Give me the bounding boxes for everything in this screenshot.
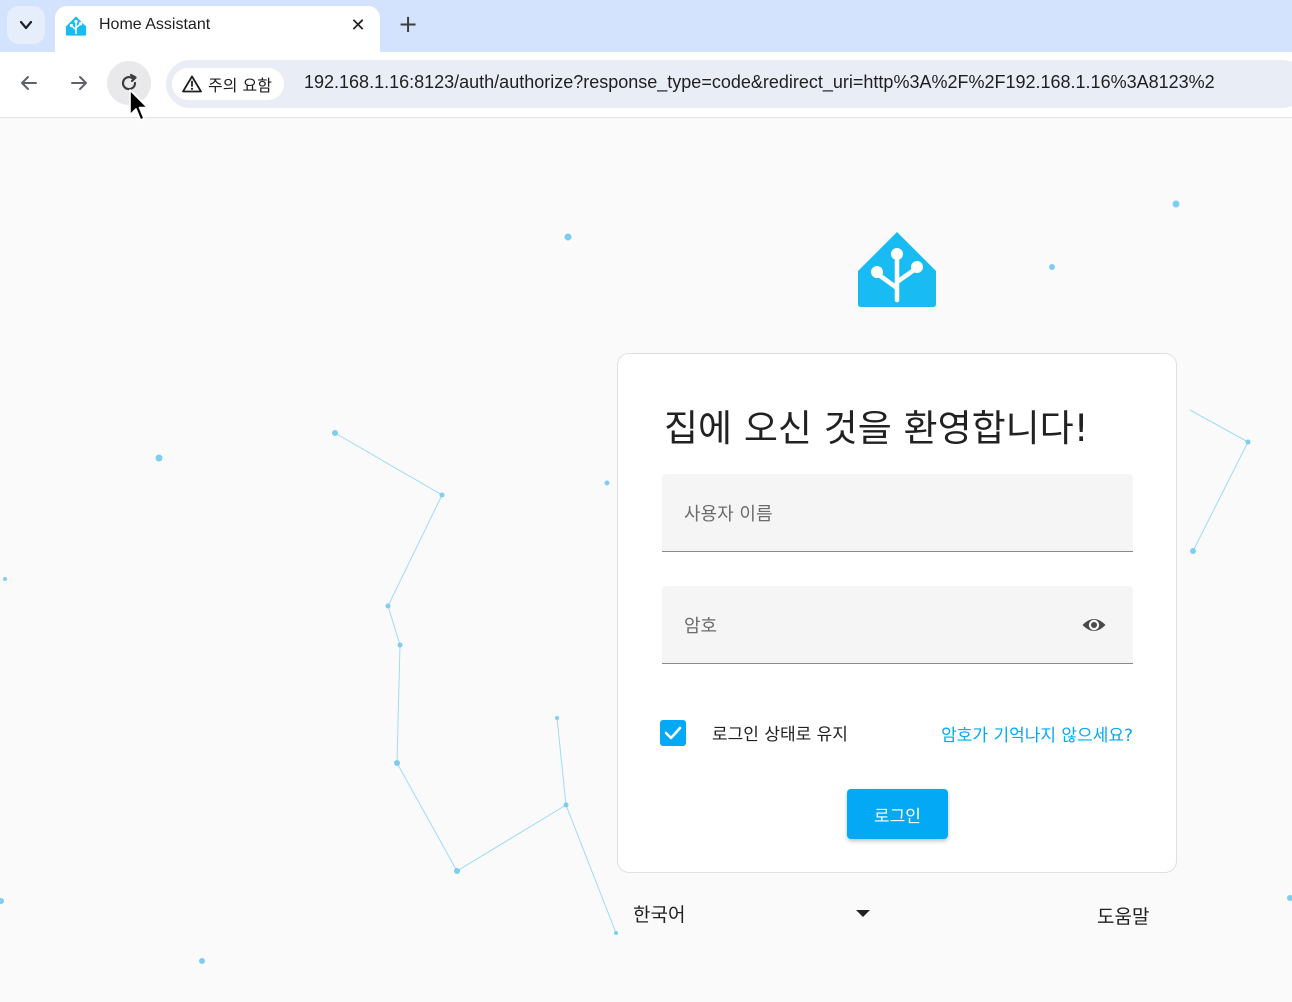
page-title: 집에 오신 것을 환영합니다! (664, 407, 1089, 450)
login-card: 집에 오신 것을 환영합니다! 사용자 이름 암호 로그인 상태로 유지 암호가… (617, 353, 1177, 873)
tab-search-button[interactable] (7, 6, 45, 44)
forward-button[interactable] (57, 61, 101, 105)
remember-checkbox[interactable] (660, 720, 686, 746)
mouse-cursor-icon (129, 89, 149, 121)
back-button[interactable] (7, 61, 51, 105)
username-field[interactable]: 사용자 이름 (662, 474, 1133, 552)
warning-triangle-icon (182, 75, 202, 93)
new-tab-button[interactable]: + (394, 10, 422, 38)
browser-toolbar: 주의 요함 192.168.1.16:8123/auth/authorize?r… (0, 52, 1292, 118)
username-input[interactable] (662, 474, 1133, 551)
check-icon (664, 726, 682, 740)
login-page: 집에 오신 것을 환영합니다! 사용자 이름 암호 로그인 상태로 유지 암호가… (0, 118, 1292, 1002)
url-text[interactable]: 192.168.1.16:8123/auth/authorize?respons… (304, 72, 1215, 93)
browser-tab-home-assistant[interactable]: Home Assistant ✕ (55, 6, 380, 52)
password-input[interactable] (662, 586, 1133, 663)
arrow-right-icon (71, 76, 87, 90)
address-bar[interactable]: 주의 요함 192.168.1.16:8123/auth/authorize?r… (166, 60, 1292, 108)
remember-label[interactable]: 로그인 상태로 유지 (712, 720, 848, 745)
caret-down-icon (856, 910, 870, 917)
home-assistant-icon (65, 16, 87, 36)
security-chip[interactable]: 주의 요함 (172, 68, 284, 100)
password-field[interactable]: 암호 (662, 586, 1133, 664)
home-assistant-logo (858, 232, 936, 307)
close-icon[interactable]: ✕ (347, 14, 369, 36)
arrow-left-icon (21, 76, 37, 90)
forgot-password-link[interactable]: 암호가 기억나지 않으세요? (941, 721, 1133, 746)
security-label: 주의 요함 (208, 76, 272, 95)
eye-icon[interactable] (1081, 614, 1107, 636)
help-link[interactable]: 도움말 (1097, 902, 1149, 929)
tab-strip: Home Assistant ✕ + (0, 0, 1292, 52)
language-value: 한국어 (633, 904, 686, 926)
chevron-down-icon (19, 20, 33, 30)
tab-title: Home Assistant (99, 16, 211, 33)
login-button[interactable]: 로그인 (847, 789, 948, 839)
language-select[interactable]: 한국어 (632, 896, 876, 932)
